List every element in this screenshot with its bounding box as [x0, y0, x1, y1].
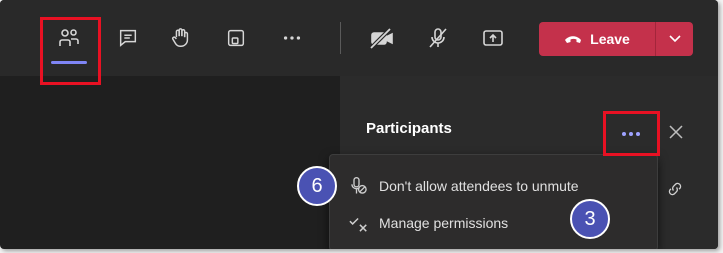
camera-button[interactable]	[362, 18, 402, 58]
menu-item-label: Don't allow attendees to unmute	[379, 178, 579, 194]
panel-title: Participants	[366, 120, 452, 137]
more-actions-icon	[281, 27, 303, 49]
chat-icon	[117, 27, 139, 49]
phone-hangup-icon	[564, 31, 582, 47]
share-invite-button[interactable]	[664, 180, 686, 202]
share-screen-icon	[481, 26, 505, 50]
link-icon	[666, 180, 684, 203]
menu-item-disallow-unmute[interactable]: Don't allow attendees to unmute	[330, 168, 657, 204]
chevron-down-icon	[668, 30, 681, 48]
step-badge-3: 3	[570, 199, 610, 239]
camera-off-icon	[369, 26, 395, 50]
raise-hand-icon	[170, 27, 192, 49]
toolbar-divider	[340, 22, 341, 54]
raise-hand-button[interactable]	[161, 18, 201, 58]
leave-button-group: Leave	[539, 22, 693, 56]
more-actions-button[interactable]	[272, 18, 312, 58]
close-icon	[669, 124, 683, 144]
permissions-icon	[348, 212, 370, 234]
share-screen-button[interactable]	[473, 18, 513, 58]
step-badge-6: 6	[297, 166, 337, 206]
leave-button[interactable]: Leave	[539, 22, 655, 56]
mic-blocked-icon	[348, 175, 370, 197]
meeting-window: Leave Participants Don't allow attendees…	[0, 0, 718, 249]
microphone-button[interactable]	[418, 18, 458, 58]
highlight-more-options	[603, 111, 660, 156]
rooms-button[interactable]	[216, 18, 256, 58]
rooms-icon	[225, 27, 247, 49]
close-panel-button[interactable]	[666, 124, 686, 144]
menu-item-label: Manage permissions	[379, 215, 509, 231]
leave-label: Leave	[590, 31, 630, 47]
chat-button[interactable]	[108, 18, 148, 58]
meeting-toolbar: Leave	[0, 0, 718, 76]
mic-off-icon	[426, 26, 450, 50]
participants-options-menu: Don't allow attendees to unmute Manage p…	[329, 154, 658, 249]
highlight-participants-button	[40, 17, 101, 85]
leave-options-button[interactable]	[656, 22, 693, 56]
